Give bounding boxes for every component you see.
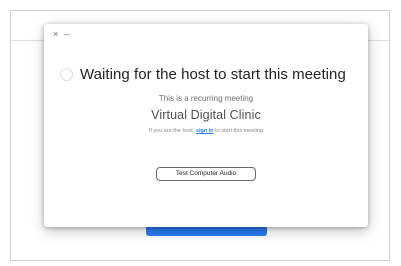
waiting-for-host-dialog: × – Waiting for the host to start this m… xyxy=(44,24,368,227)
recurring-meeting-label: This is a recurring meeting xyxy=(158,94,254,103)
waiting-heading: Waiting for the host to start this meeti… xyxy=(80,65,346,83)
window-controls: × – xyxy=(53,29,69,39)
host-sign-in-prompt: If you are the host, sign in to start th… xyxy=(44,128,368,134)
close-icon[interactable]: × xyxy=(53,29,58,39)
loading-spinner-icon xyxy=(60,67,73,81)
sign-in-link[interactable]: sign in xyxy=(196,128,214,134)
minimize-icon[interactable]: – xyxy=(64,29,69,39)
meeting-topic: Virtual Digital Clinic xyxy=(151,108,261,122)
host-prompt-suffix: to start this meeting xyxy=(213,128,264,134)
test-computer-audio-button[interactable]: Test Computer Audio xyxy=(156,167,256,181)
heading-row: Waiting for the host to start this meeti… xyxy=(60,64,360,84)
host-prompt-text: If you are the host, xyxy=(148,128,196,134)
